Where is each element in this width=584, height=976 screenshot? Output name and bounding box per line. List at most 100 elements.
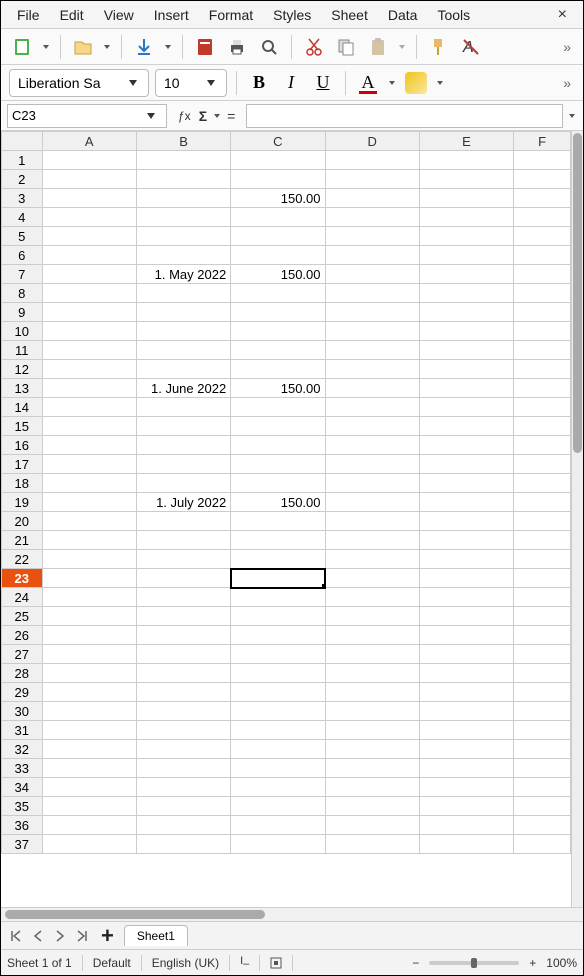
cell-A33[interactable] (42, 759, 136, 778)
menu-edit[interactable]: Edit (50, 3, 94, 27)
open-document-icon[interactable] (70, 34, 96, 60)
row-header-3[interactable]: 3 (2, 189, 43, 208)
horizontal-scrollbar[interactable] (1, 907, 583, 921)
cell-F26[interactable] (514, 626, 571, 645)
cell-C34[interactable] (231, 778, 325, 797)
cell-C17[interactable] (231, 455, 325, 474)
cell-A31[interactable] (42, 721, 136, 740)
menu-format[interactable]: Format (199, 3, 263, 27)
cell-B26[interactable] (136, 626, 230, 645)
clone-formatting-icon[interactable] (426, 34, 452, 60)
cell-E3[interactable] (419, 189, 513, 208)
cell-A26[interactable] (42, 626, 136, 645)
row-header-1[interactable]: 1 (2, 151, 43, 170)
copy-icon[interactable] (333, 34, 359, 60)
row-header-29[interactable]: 29 (2, 683, 43, 702)
cell-F30[interactable] (514, 702, 571, 721)
row-header-21[interactable]: 21 (2, 531, 43, 550)
cell-F13[interactable] (514, 379, 571, 398)
cell-C16[interactable] (231, 436, 325, 455)
cell-E18[interactable] (419, 474, 513, 493)
cell-B35[interactable] (136, 797, 230, 816)
row-header-22[interactable]: 22 (2, 550, 43, 569)
vertical-scroll-thumb[interactable] (573, 133, 582, 453)
cell-E19[interactable] (419, 493, 513, 512)
cell-E8[interactable] (419, 284, 513, 303)
cell-C7[interactable]: 150.00 (231, 265, 325, 284)
cell-B21[interactable] (136, 531, 230, 550)
cell-A28[interactable] (42, 664, 136, 683)
cell-A24[interactable] (42, 588, 136, 607)
cell-C26[interactable] (231, 626, 325, 645)
status-language[interactable]: English (UK) (152, 956, 219, 970)
cell-D15[interactable] (325, 417, 419, 436)
next-sheet-button[interactable] (51, 927, 69, 945)
cell-B30[interactable] (136, 702, 230, 721)
row-header-37[interactable]: 37 (2, 835, 43, 854)
cell-E13[interactable] (419, 379, 513, 398)
cell-B6[interactable] (136, 246, 230, 265)
cell-A27[interactable] (42, 645, 136, 664)
cell-B25[interactable] (136, 607, 230, 626)
cell-C24[interactable] (231, 588, 325, 607)
cell-C32[interactable] (231, 740, 325, 759)
save-document-dropdown[interactable] (163, 34, 173, 60)
save-document-icon[interactable] (131, 34, 157, 60)
cell-F15[interactable] (514, 417, 571, 436)
font-size-dropdown[interactable] (200, 70, 222, 96)
row-header-5[interactable]: 5 (2, 227, 43, 246)
row-header-20[interactable]: 20 (2, 512, 43, 531)
cell-F23[interactable] (514, 569, 571, 588)
cell-F21[interactable] (514, 531, 571, 550)
cell-F17[interactable] (514, 455, 571, 474)
cell-E10[interactable] (419, 322, 513, 341)
sheet-tab-1[interactable]: Sheet1 (124, 925, 188, 946)
cell-D7[interactable] (325, 265, 419, 284)
cell-C21[interactable] (231, 531, 325, 550)
cell-E6[interactable] (419, 246, 513, 265)
cell-C2[interactable] (231, 170, 325, 189)
cell-D30[interactable] (325, 702, 419, 721)
menu-file[interactable]: File (7, 3, 50, 27)
cell-C10[interactable] (231, 322, 325, 341)
horizontal-scroll-thumb[interactable] (5, 910, 265, 919)
sum-button[interactable]: Σ (196, 103, 210, 129)
row-header-17[interactable]: 17 (2, 455, 43, 474)
cell-F29[interactable] (514, 683, 571, 702)
cell-F11[interactable] (514, 341, 571, 360)
cell-C29[interactable] (231, 683, 325, 702)
italic-button[interactable]: I (278, 70, 304, 96)
highlight-color-dropdown[interactable] (435, 70, 445, 96)
zoom-slider[interactable] (429, 961, 519, 965)
row-header-27[interactable]: 27 (2, 645, 43, 664)
cell-F7[interactable] (514, 265, 571, 284)
cell-F10[interactable] (514, 322, 571, 341)
cell-B32[interactable] (136, 740, 230, 759)
cell-D18[interactable] (325, 474, 419, 493)
cell-F36[interactable] (514, 816, 571, 835)
cell-D3[interactable] (325, 189, 419, 208)
name-box-dropdown[interactable] (140, 105, 162, 127)
cell-F24[interactable] (514, 588, 571, 607)
cell-B1[interactable] (136, 151, 230, 170)
cell-B7[interactable]: 1. May 2022 (136, 265, 230, 284)
insert-mode-icon[interactable]: I– (240, 955, 249, 970)
cell-A18[interactable] (42, 474, 136, 493)
cell-D36[interactable] (325, 816, 419, 835)
cell-A6[interactable] (42, 246, 136, 265)
row-header-2[interactable]: 2 (2, 170, 43, 189)
cell-B19[interactable]: 1. July 2022 (136, 493, 230, 512)
cell-D29[interactable] (325, 683, 419, 702)
row-header-32[interactable]: 32 (2, 740, 43, 759)
cell-E4[interactable] (419, 208, 513, 227)
formula-expand-dropdown[interactable] (567, 103, 577, 129)
cell-E12[interactable] (419, 360, 513, 379)
cell-C18[interactable] (231, 474, 325, 493)
cell-E29[interactable] (419, 683, 513, 702)
cell-B4[interactable] (136, 208, 230, 227)
row-header-19[interactable]: 19 (2, 493, 43, 512)
formula-input[interactable] (246, 104, 563, 128)
row-header-23[interactable]: 23 (2, 569, 43, 588)
cell-C4[interactable] (231, 208, 325, 227)
cell-B37[interactable] (136, 835, 230, 854)
